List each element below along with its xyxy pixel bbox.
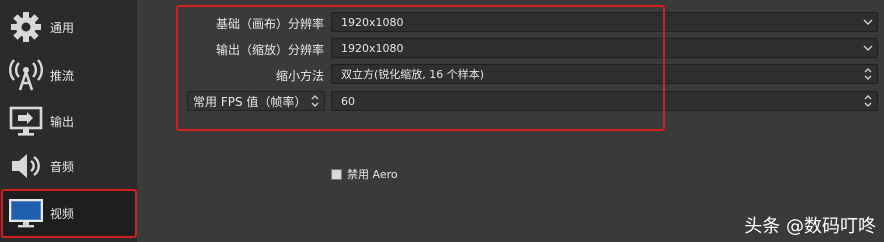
- sidebar-item-output[interactable]: 输出: [2, 98, 136, 144]
- monitor-output-icon: [6, 101, 46, 141]
- settings-sidebar: 通用 推流 输出 音频 视频: [0, 0, 137, 242]
- fps-value-select[interactable]: 60: [331, 91, 878, 111]
- sidebar-item-audio[interactable]: 音频: [2, 143, 136, 189]
- chevron-down-icon: [859, 39, 877, 57]
- watermark-text: 头条 @数码叮咚: [744, 216, 876, 237]
- sidebar-item-label: 输出: [50, 114, 75, 129]
- disable-aero-option[interactable]: 禁用 Aero: [331, 166, 398, 182]
- downscale-filter-label: 缩小方法: [275, 69, 324, 83]
- updown-arrows-icon: [859, 92, 877, 110]
- sidebar-item-stream[interactable]: 推流: [2, 52, 136, 98]
- base-resolution-value: 1920x1080: [341, 15, 404, 29]
- disable-aero-checkbox[interactable]: [331, 168, 342, 180]
- gear-icon: [6, 7, 46, 47]
- downscale-filter-select[interactable]: 双立方(锐化缩放, 16 个样本): [331, 64, 878, 84]
- updown-arrows-icon: [308, 93, 322, 109]
- chevron-down-icon: [859, 13, 877, 31]
- sidebar-item-label: 音频: [50, 159, 75, 174]
- base-resolution-select[interactable]: 1920x1080: [331, 12, 878, 32]
- fps-type-value: 常用 FPS 值（帧率）: [193, 94, 307, 109]
- sidebar-item-label: 通用: [50, 20, 75, 35]
- output-resolution-select[interactable]: 1920x1080: [331, 38, 878, 58]
- disable-aero-label: 禁用 Aero: [347, 168, 398, 181]
- broadcast-icon: [6, 55, 46, 95]
- downscale-filter-value: 双立方(锐化缩放, 16 个样本): [341, 68, 485, 81]
- sidebar-item-video[interactable]: 视频: [2, 190, 136, 236]
- speaker-icon: [6, 146, 46, 186]
- base-resolution-label: 基础（画布）分辨率: [215, 17, 324, 31]
- video-settings-panel: [137, 0, 884, 242]
- fps-value: 60: [341, 94, 355, 108]
- sidebar-item-label: 视频: [50, 206, 75, 221]
- output-resolution-value: 1920x1080: [341, 41, 404, 55]
- monitor-icon: [6, 193, 46, 233]
- fps-type-select[interactable]: 常用 FPS 值（帧率）: [187, 91, 325, 111]
- sidebar-item-label: 推流: [50, 68, 75, 83]
- updown-arrows-icon: [859, 65, 877, 83]
- output-resolution-label: 输出（缩放）分辨率: [215, 43, 324, 57]
- sidebar-item-general[interactable]: 通用: [2, 4, 136, 50]
